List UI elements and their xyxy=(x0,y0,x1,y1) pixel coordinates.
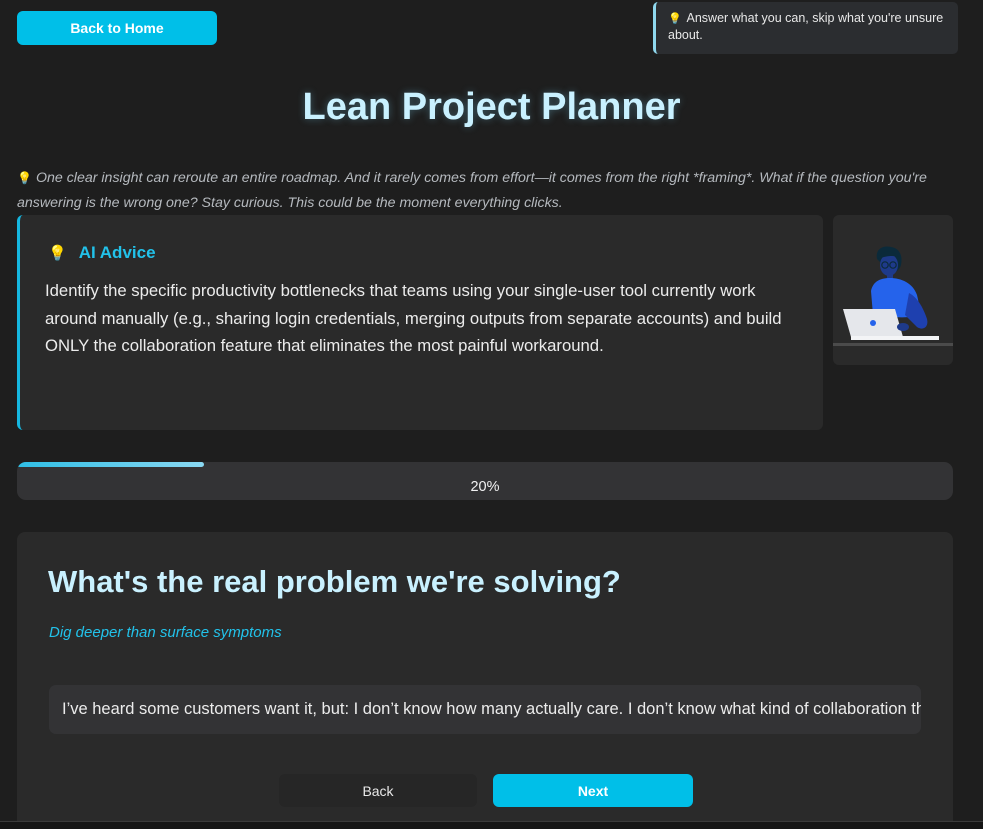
tip-text: Answer what you can, skip what you're un… xyxy=(668,11,944,42)
tip-callout: 💡 Answer what you can, skip what you're … xyxy=(653,2,958,54)
ai-advice-heading: 💡 AI Advice xyxy=(48,243,156,263)
answer-input[interactable]: I’ve heard some customers want it, but: … xyxy=(49,685,921,734)
question-title: What's the real problem we're solving? xyxy=(48,564,621,599)
back-to-home-button[interactable]: Back to Home xyxy=(17,11,217,45)
next-button[interactable]: Next xyxy=(493,774,693,807)
back-button[interactable]: Back xyxy=(279,774,477,807)
question-subtitle: Dig deeper than surface symptoms xyxy=(49,624,282,641)
illustration-card xyxy=(833,215,953,365)
progress-bar: 20% xyxy=(17,462,953,500)
page-title: Lean Project Planner xyxy=(302,86,681,128)
page: Back to Home 💡 Answer what you can, skip… xyxy=(0,0,983,829)
ai-advice-card: 💡 AI Advice Identify the specific produc… xyxy=(17,215,823,430)
person-at-laptop-illustration xyxy=(833,246,953,346)
insight-quote-text: One clear insight can reroute an entire … xyxy=(17,170,927,211)
insight-quote: 💡 One clear insight can reroute an entire… xyxy=(17,166,962,215)
progress-label: 20% xyxy=(470,479,500,495)
lightbulb-icon: 💡 xyxy=(48,245,67,262)
lightbulb-icon: 💡 xyxy=(668,13,682,25)
progress-fill xyxy=(17,462,205,467)
lightbulb-icon: 💡 xyxy=(17,171,32,185)
question-card: What's the real problem we're solving? D… xyxy=(17,532,953,829)
ai-advice-body: Identify the specific productivity bottl… xyxy=(45,281,782,355)
ai-advice-heading-text: AI Advice xyxy=(78,243,156,262)
bottom-scroll-edge xyxy=(0,821,983,829)
